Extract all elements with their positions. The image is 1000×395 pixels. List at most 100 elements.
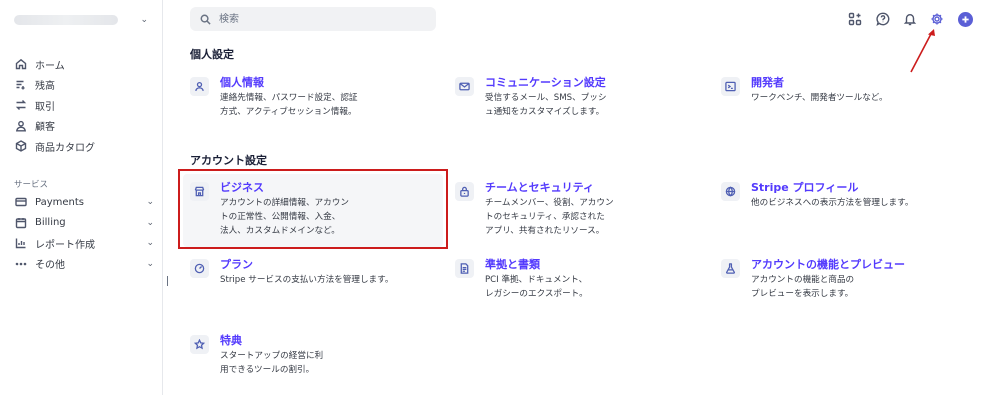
desc-line: 受信するメール、SMS、プッシ [485, 93, 607, 103]
annotation-arrow [910, 29, 935, 73]
gear-icon[interactable] [929, 11, 945, 27]
report-icon [14, 237, 27, 250]
sidebar-item-label: 取引 [35, 101, 55, 113]
sidebar-item-payments[interactable]: Payments ⌄ [14, 192, 154, 213]
chevron-down-icon: ⌄ [146, 217, 154, 228]
card-icon [14, 196, 27, 209]
sidebar-item-label: レポート作成 [35, 239, 95, 251]
desc-line: ワークベンチ、開発者ツールなど。 [751, 93, 888, 103]
card-title[interactable]: Stripe プロフィール [751, 181, 913, 195]
desc-line: スタートアップの経営に利 [220, 351, 324, 361]
desc-line: ュ通知をカスタマイズします。 [485, 107, 605, 117]
card-description: PCI 準拠、ドキュメント、 レガシーのエクスポート。 [485, 273, 588, 301]
card-description: 他のビジネスへの表示方法を管理します。 [751, 196, 913, 210]
card-team-security[interactable]: チームとセキュリティ チームメンバー、役割、アカウン トのセキュリティ、承認され… [455, 181, 715, 238]
transactions-icon [14, 99, 27, 112]
chevron-down-icon: ⌄ [146, 238, 154, 249]
search-input[interactable] [217, 12, 421, 26]
sidebar-item-home[interactable]: ホーム [14, 54, 154, 75]
bell-icon[interactable] [902, 11, 918, 27]
account-switcher[interactable]: ⌄ [14, 11, 148, 29]
sidebar-item-customers[interactable]: 顧客 [14, 116, 154, 137]
card-description: 受信するメール、SMS、プッシ ュ通知をカスタマイズします。 [485, 91, 606, 119]
card-description: 連絡先情報、パスワード設定、認証 方式、アクティブセッション情報。 [220, 91, 358, 119]
desc-line: 他のビジネスへの表示方法を管理します。 [751, 198, 914, 208]
card-personal-info[interactable]: 個人情報 連絡先情報、パスワード設定、認証 方式、アクティブセッション情報。 [190, 76, 450, 119]
account-settings-heading: アカウント設定 [190, 154, 267, 167]
sidebar-item-product-catalog[interactable]: 商品カタログ [14, 136, 154, 157]
sidebar-item-transactions[interactable]: 取引 [14, 95, 154, 116]
terminal-icon [721, 77, 740, 96]
card-title[interactable]: 開発者 [751, 76, 888, 90]
desc-line: 用できるツールの割引。 [220, 365, 315, 375]
desc-line: チームメンバー、役割、アカウン [485, 198, 614, 208]
services-section-label: サービス [14, 180, 49, 190]
card-compliance-documents[interactable]: 準拠と書類 PCI 準拠、ドキュメント、 レガシーのエクスポート。 [455, 258, 715, 301]
billing-icon [14, 216, 27, 229]
card-title[interactable]: コミュニケーション設定 [485, 76, 606, 90]
desc-line: アプリ、共有されたリソース。 [485, 226, 605, 236]
sidebar-item-label: 残高 [35, 81, 55, 93]
sidebar-item-label: ホーム [35, 60, 65, 72]
card-description: アカウントの機能と商品の プレビューを表示します。 [751, 273, 905, 301]
card-description: ワークベンチ、開発者ツールなど。 [751, 91, 888, 105]
desc-line: 方式、アクティブセッション情報。 [220, 107, 357, 117]
globe-icon [721, 182, 740, 201]
card-description: チームメンバー、役割、アカウン トのセキュリティ、承認された アプリ、共有された… [485, 196, 614, 238]
card-developers[interactable]: 開発者 ワークベンチ、開発者ツールなど。 [721, 76, 981, 105]
mail-icon [455, 77, 474, 96]
card-plans[interactable]: プラン Stripe サービスの支払い方法を管理します。 [190, 258, 450, 287]
document-icon [455, 259, 474, 278]
highlight-box [178, 169, 448, 249]
sidebar-resize-handle[interactable] [167, 276, 168, 286]
services-nav: Payments ⌄ Billing ⌄ レポート作成 ⌄ その他 ⌄ [14, 192, 154, 274]
card-description: Stripe サービスの支払い方法を管理します。 [220, 273, 393, 287]
desc-line: PCI 準拠、ドキュメント、 [485, 275, 588, 285]
sidebar-item-label: Billing [35, 217, 66, 229]
person-icon [190, 77, 209, 96]
more-icon [14, 257, 27, 270]
help-icon[interactable] [875, 11, 891, 27]
lock-icon [455, 182, 474, 201]
desc-line: アカウントの機能と商品の [751, 275, 855, 285]
card-title[interactable]: チームとセキュリティ [485, 181, 614, 195]
customer-icon [14, 119, 27, 132]
create-plus-icon[interactable] [958, 11, 973, 27]
desc-line: トのセキュリティ、承認された [485, 212, 605, 222]
product-catalog-icon [14, 140, 27, 153]
sidebar-item-reports[interactable]: レポート作成 ⌄ [14, 233, 154, 254]
card-perks[interactable]: 特典 スタートアップの経営に利 用できるツールの割引。 [190, 334, 450, 377]
sidebar-item-balance[interactable]: 残高 [14, 75, 154, 96]
home-icon [14, 58, 27, 71]
sidebar: ⌄ ホーム 残高 取引 顧客 商品カタログ サービス Payments ⌄ Bi… [0, 0, 163, 395]
personal-settings-heading: 個人設定 [190, 48, 234, 61]
card-title[interactable]: アカウントの機能とプレビュー [751, 258, 905, 272]
search-bar[interactable] [190, 7, 436, 31]
desc-line: プレビューを表示します。 [751, 289, 854, 299]
chevron-down-icon: ⌄ [146, 197, 154, 208]
sidebar-item-more[interactable]: その他 ⌄ [14, 254, 154, 275]
card-stripe-profile[interactable]: Stripe プロフィール 他のビジネスへの表示方法を管理します。 [721, 181, 981, 210]
balance-icon [14, 78, 27, 91]
star-icon [190, 335, 209, 354]
card-communication-settings[interactable]: コミュニケーション設定 受信するメール、SMS、プッシ ュ通知をカスタマイズしま… [455, 76, 715, 119]
sidebar-item-label: 顧客 [35, 122, 55, 134]
desc-line: レガシーのエクスポート。 [485, 289, 588, 299]
sidebar-item-label: Payments [35, 196, 84, 208]
card-title[interactable]: プラン [220, 258, 393, 272]
card-title[interactable]: 個人情報 [220, 76, 358, 90]
chevron-down-icon: ⌄ [146, 258, 154, 269]
card-title[interactable]: 特典 [220, 334, 323, 348]
card-features-previews[interactable]: アカウントの機能とプレビュー アカウントの機能と商品の プレビューを表示します。 [721, 258, 981, 301]
sidebar-item-label: その他 [35, 260, 65, 272]
flask-icon [721, 259, 740, 278]
gauge-icon [190, 259, 209, 278]
search-icon [200, 14, 211, 25]
sidebar-item-billing[interactable]: Billing ⌄ [14, 213, 154, 234]
apps-icon[interactable] [847, 11, 863, 27]
sidebar-item-label: 商品カタログ [35, 142, 95, 154]
card-title[interactable]: 準拠と書類 [485, 258, 588, 272]
card-description: スタートアップの経営に利 用できるツールの割引。 [220, 349, 323, 377]
chevron-down-icon: ⌄ [140, 15, 148, 25]
desc-line: 連絡先情報、パスワード設定、認証 [220, 93, 358, 103]
